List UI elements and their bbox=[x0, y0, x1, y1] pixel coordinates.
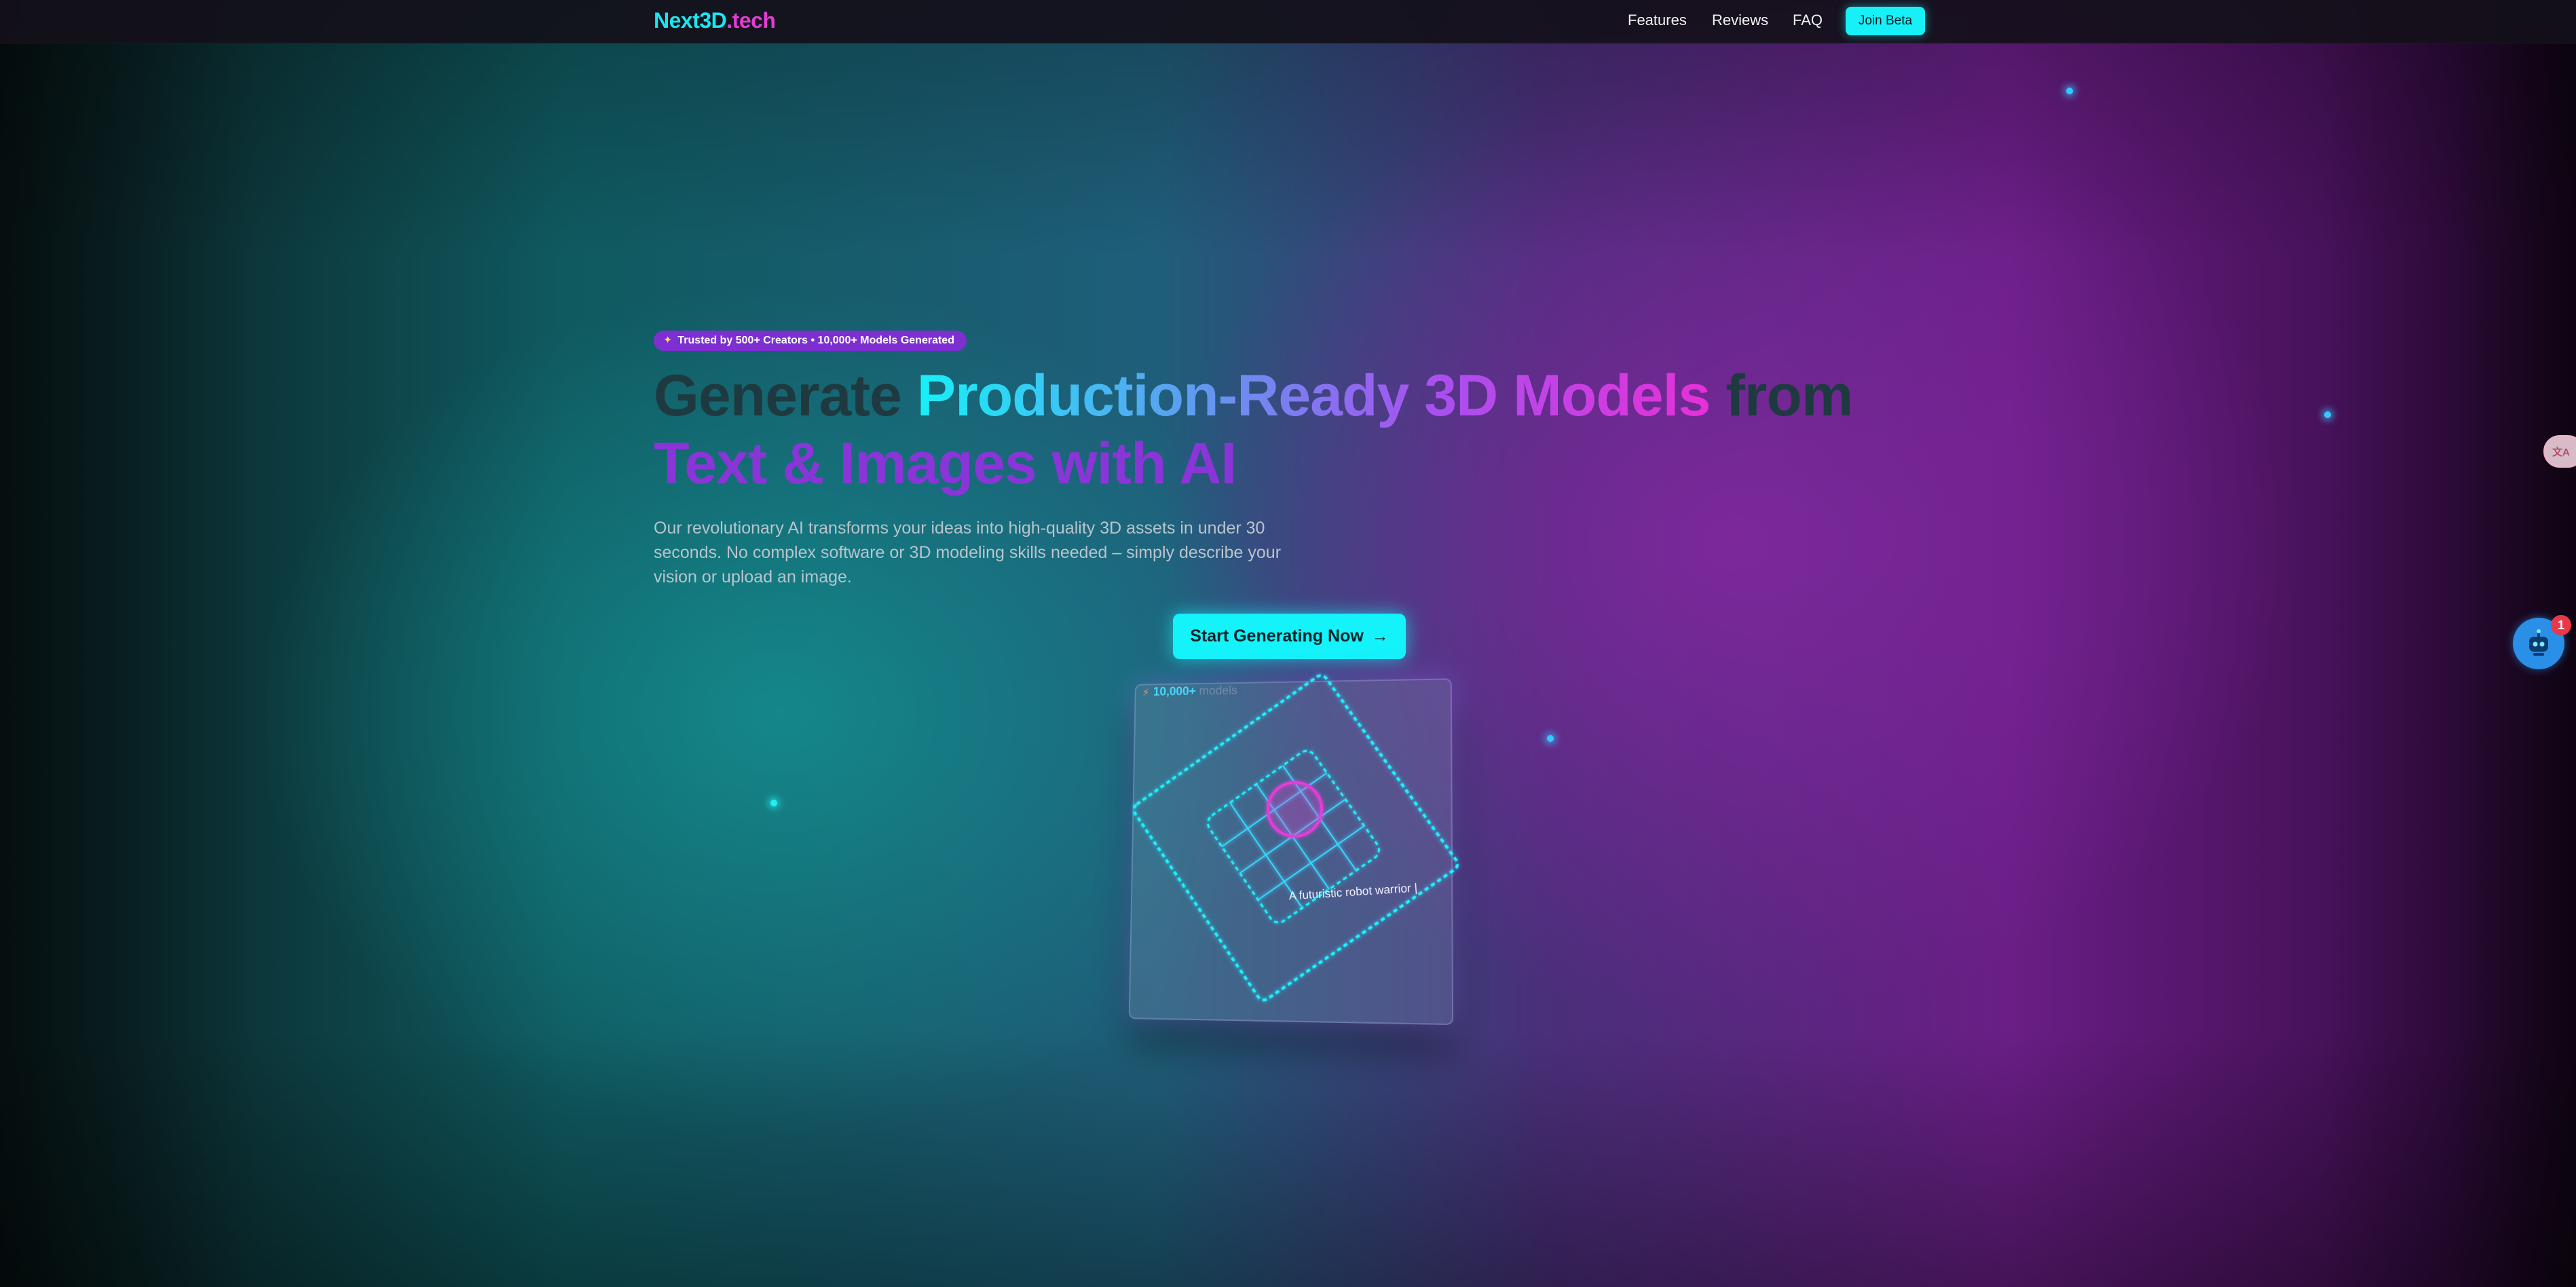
rocket-icon: ✦ bbox=[663, 335, 673, 346]
headline-part1: Generate bbox=[654, 363, 917, 428]
headline-line2: Text & Images with AI bbox=[654, 431, 1237, 496]
nav-link-reviews[interactable]: Reviews bbox=[1712, 12, 1768, 29]
site-logo[interactable]: Next3D.tech bbox=[654, 8, 776, 33]
trust-badge: ✦ Trusted by 500+ Creators • 10,000+ Mode… bbox=[654, 331, 967, 351]
core-circle bbox=[1267, 782, 1322, 836]
particle-dot bbox=[770, 800, 777, 806]
trust-badge-text: Trusted by 500+ Creators • 10,000+ Model… bbox=[677, 335, 954, 346]
nav-link-features[interactable]: Features bbox=[1628, 12, 1687, 29]
landing-page: Next3D.tech Features Reviews FAQ Join Be… bbox=[0, 0, 2576, 1287]
notification-badge: 1 bbox=[2551, 615, 2571, 635]
outer-wireframe bbox=[1132, 673, 1460, 1003]
particle-dot bbox=[1547, 735, 1554, 742]
wireframe-model-graphic bbox=[1130, 679, 1455, 1026]
logo-main: Next3D bbox=[654, 8, 727, 33]
robot-assistant-icon bbox=[2529, 629, 2548, 656]
arrow-right-icon: → bbox=[1371, 627, 1389, 646]
headline-part3: from bbox=[1710, 363, 1853, 428]
translate-widget[interactable]: 文A bbox=[2543, 435, 2576, 468]
particle-dot bbox=[2324, 411, 2331, 418]
particle-dot bbox=[2066, 88, 2073, 94]
start-generating-label: Start Generating Now bbox=[1190, 627, 1364, 646]
hero-description: Our revolutionary AI transforms your ide… bbox=[654, 519, 1282, 586]
top-navbar: Next3D.tech Features Reviews FAQ Join Be… bbox=[0, 0, 2576, 43]
start-generating-button[interactable]: Start Generating Now → bbox=[1173, 614, 1406, 659]
join-beta-button[interactable]: Join Beta bbox=[1846, 7, 1925, 35]
translate-icon: 文A bbox=[2552, 446, 2570, 458]
nav-link-faq[interactable]: FAQ bbox=[1793, 12, 1823, 29]
hero-headline: Generate Production-Ready 3D Models from… bbox=[654, 362, 1875, 498]
model-preview-card: ⚡ 10,000+ models A futuristic robot warr… bbox=[1129, 678, 1455, 1026]
logo-suffix: .tech bbox=[726, 8, 776, 33]
headline-highlight: Production-Ready 3D Models bbox=[916, 363, 1711, 428]
